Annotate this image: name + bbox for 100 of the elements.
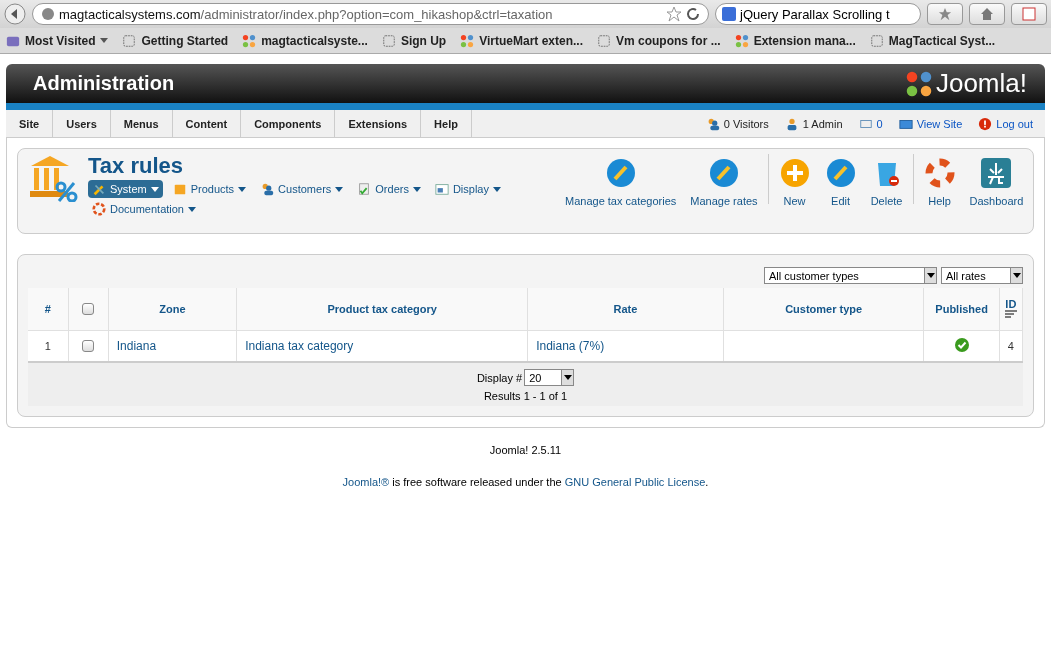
menu-item[interactable]: Users bbox=[53, 110, 111, 137]
caret-icon bbox=[412, 186, 421, 192]
display-select[interactable]: 20 bbox=[524, 369, 575, 386]
caret-icon bbox=[188, 206, 196, 212]
url-host: magtacticalsystems.com bbox=[59, 6, 201, 22]
column-header[interactable]: Zone bbox=[159, 302, 186, 315]
page-icon bbox=[869, 33, 884, 48]
menu-item[interactable]: Menus bbox=[110, 110, 173, 137]
home-button[interactable] bbox=[969, 3, 1005, 25]
published-check-icon[interactable] bbox=[954, 337, 969, 352]
page-icon bbox=[122, 33, 137, 48]
pencil-icon bbox=[824, 157, 857, 189]
tools-icon bbox=[92, 182, 106, 196]
status-item[interactable]: View Site bbox=[916, 117, 963, 130]
caret-icon bbox=[563, 375, 572, 380]
plus-icon bbox=[778, 157, 811, 189]
joomla-logo-icon bbox=[460, 33, 475, 48]
column-header[interactable]: ID bbox=[1005, 298, 1017, 311]
submenu-tab[interactable]: Products bbox=[168, 180, 251, 198]
toolbar-button[interactable]: New bbox=[771, 154, 818, 210]
select-all-checkbox[interactable] bbox=[82, 303, 95, 316]
pdf-icon bbox=[1022, 7, 1036, 21]
menu-item[interactable]: Content bbox=[172, 110, 242, 137]
logo-text: Joomla! bbox=[935, 68, 1027, 99]
version-text: Joomla! 2.5.11 bbox=[489, 444, 562, 456]
rate-link[interactable]: Indiana (7%) bbox=[536, 338, 605, 353]
toolbar-button[interactable]: Manage tax categories bbox=[558, 154, 684, 210]
caret-icon bbox=[493, 186, 501, 192]
bookmark-item[interactable]: Sign Up bbox=[381, 33, 447, 48]
joomla-link[interactable]: Joomla!® bbox=[342, 476, 390, 488]
bookmark-item[interactable]: VirtueMart exten... bbox=[460, 33, 583, 48]
rates-select[interactable]: All rates bbox=[941, 267, 1023, 284]
bookmark-item[interactable]: Getting Started bbox=[122, 33, 229, 48]
search-text: jQuery Parallax Scrolling t bbox=[740, 6, 890, 22]
address-bar[interactable]: magtacticalsystems.com/administrator/index.php?option=com_hikashop&ctrl=taxation bbox=[32, 3, 709, 25]
page-icon bbox=[381, 33, 396, 48]
menu-item[interactable]: Extensions bbox=[335, 110, 422, 137]
joomla-logo-icon bbox=[242, 33, 257, 48]
column-header[interactable]: Customer type bbox=[785, 302, 863, 315]
dashboard-icon bbox=[980, 157, 1013, 189]
admin-title: Administration bbox=[33, 72, 175, 95]
submenu-tab[interactable]: Orders bbox=[353, 180, 425, 198]
display-label: Display # bbox=[476, 371, 523, 384]
table-cell: 1 bbox=[28, 330, 69, 362]
results-text: Results 1 - 1 of 1 bbox=[483, 390, 568, 402]
bookmark-item[interactable]: Vm coupons for ... bbox=[597, 33, 721, 48]
caret-icon bbox=[238, 186, 247, 192]
submenu-tab[interactable]: Documentation bbox=[88, 200, 200, 218]
menu-item[interactable]: Components bbox=[241, 110, 336, 137]
submenu-tab[interactable]: Display bbox=[430, 180, 505, 198]
star-icon bbox=[938, 7, 952, 21]
toolbar-button[interactable]: Edit bbox=[817, 154, 864, 210]
search-engine-icon bbox=[722, 7, 736, 21]
toolbar-button[interactable]: Help bbox=[916, 154, 963, 210]
sort-icon[interactable] bbox=[1004, 310, 1017, 320]
page-title: Tax rules bbox=[88, 154, 184, 178]
toolbar-button[interactable]: Manage rates bbox=[683, 154, 765, 210]
search-field[interactable]: jQuery Parallax Scrolling t bbox=[715, 3, 921, 25]
box-icon bbox=[172, 182, 187, 196]
status-item: 0 Visitors bbox=[723, 117, 769, 130]
customer-type-select[interactable]: All customer types bbox=[764, 267, 937, 284]
window-icon bbox=[434, 182, 449, 196]
caret-icon bbox=[335, 186, 344, 192]
document-icon bbox=[357, 182, 372, 196]
star-icon[interactable] bbox=[666, 6, 682, 22]
lifebuoy-icon bbox=[92, 202, 106, 216]
caret-icon bbox=[1012, 273, 1021, 278]
license-text: Joomla!® is free software released under the GNU General Public License. bbox=[342, 476, 709, 488]
bookmark-item[interactable]: Extension mana... bbox=[734, 33, 856, 48]
bank-percent-icon bbox=[28, 154, 78, 202]
toolbar-button[interactable]: Delete bbox=[863, 154, 910, 210]
addon-button[interactable] bbox=[1011, 3, 1047, 25]
toolbar-button[interactable]: Dashboard bbox=[962, 154, 1031, 210]
menu-item[interactable]: Help bbox=[421, 110, 472, 137]
status-item[interactable]: Log out bbox=[996, 117, 1033, 130]
bookmark-button[interactable] bbox=[927, 3, 963, 25]
bookmark-item[interactable]: magtacticalsyste... bbox=[242, 33, 368, 48]
zone-link[interactable]: Indiana bbox=[116, 338, 157, 353]
globe-icon bbox=[41, 7, 55, 21]
users-icon bbox=[260, 182, 275, 196]
caret-icon bbox=[100, 38, 109, 43]
joomla-logo-icon bbox=[904, 69, 933, 98]
reload-icon[interactable] bbox=[686, 7, 700, 21]
status-item: 0 bbox=[876, 117, 883, 130]
category-link[interactable]: Indiana tax category bbox=[245, 338, 354, 353]
back-icon[interactable] bbox=[4, 3, 26, 25]
column-header[interactable]: # bbox=[44, 302, 51, 315]
column-header[interactable]: Product tax category bbox=[327, 302, 437, 315]
caret-icon bbox=[150, 186, 159, 192]
page-icon bbox=[597, 33, 611, 48]
submenu-tab[interactable]: Customers bbox=[256, 180, 348, 198]
alert-icon bbox=[978, 116, 993, 131]
column-header[interactable]: Rate bbox=[613, 302, 638, 315]
pencil-icon bbox=[707, 157, 740, 189]
home-icon bbox=[980, 7, 994, 21]
submenu-tab[interactable]: System bbox=[88, 180, 163, 198]
bookmark-item[interactable]: MagTactical Syst... bbox=[869, 33, 996, 48]
menu-item[interactable]: Site bbox=[6, 110, 54, 137]
row-checkbox[interactable] bbox=[82, 340, 95, 353]
bookmark-item[interactable]: Most Visited bbox=[6, 33, 109, 48]
